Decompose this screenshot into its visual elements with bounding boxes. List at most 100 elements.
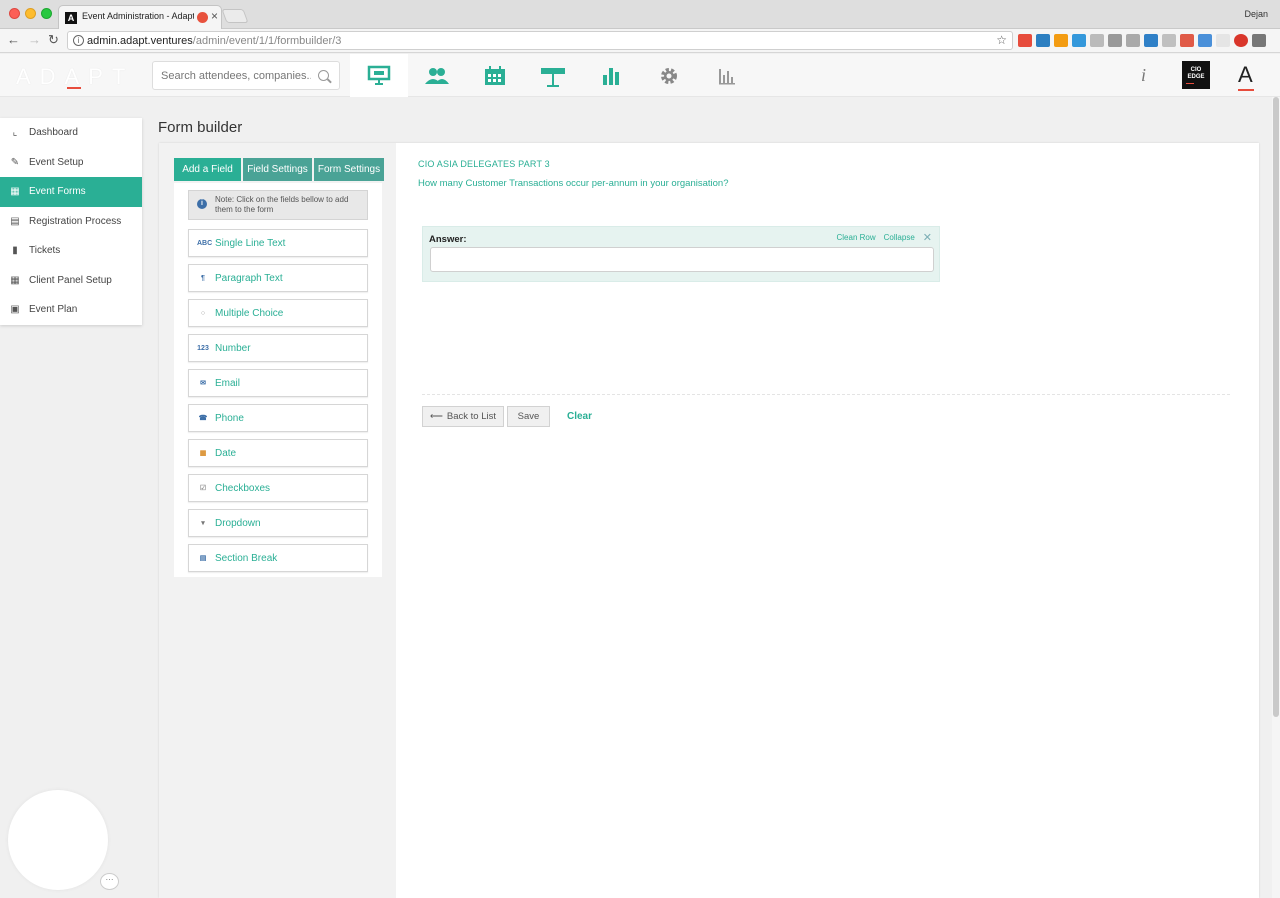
form-builder: Add a Field Field Settings Form Settings… <box>159 143 1259 898</box>
panel-icon: ▦ <box>10 274 20 286</box>
extension-icon[interactable] <box>1126 34 1140 47</box>
audio-icon[interactable] <box>197 12 208 23</box>
sidebar-item-client-panel-setup[interactable]: ▦ Client Panel Setup <box>0 266 142 296</box>
address-bar[interactable]: i admin.adapt.ventures/admin/event/1/1/f… <box>67 31 1013 50</box>
reports-icon <box>719 68 735 84</box>
sidebar-item-tickets[interactable]: ▮ Tickets <box>0 236 142 266</box>
extension-icon[interactable] <box>1180 34 1194 47</box>
extension-icon[interactable] <box>1018 34 1032 47</box>
clean-row-link[interactable]: Clean Row <box>837 233 876 242</box>
scroll-thumb[interactable] <box>1273 97 1279 717</box>
nav-attendees[interactable] <box>408 54 466 97</box>
forward-arrow-icon[interactable]: → <box>28 33 41 47</box>
nav-reports[interactable] <box>698 54 756 97</box>
field-section-break[interactable]: ▤ Section Break <box>188 544 368 572</box>
field-multiple-choice[interactable]: ○ Multiple Choice <box>188 299 368 327</box>
minimize-window-button[interactable] <box>25 8 36 19</box>
extension-icon[interactable] <box>1144 34 1158 47</box>
grid-icon: ▦ <box>10 186 20 198</box>
new-tab-button[interactable] <box>221 9 249 23</box>
extension-icon[interactable] <box>1054 34 1068 47</box>
search-input[interactable] <box>161 68 311 84</box>
search-icon[interactable] <box>318 70 329 81</box>
menu-icon[interactable] <box>1252 34 1266 47</box>
tab-form-settings[interactable]: Form Settings <box>314 158 384 181</box>
close-icon[interactable]: ✕ <box>923 231 932 244</box>
field-phone[interactable]: ☎ Phone <box>188 404 368 432</box>
extension-icon[interactable] <box>1090 34 1104 47</box>
tab-add-field[interactable]: Add a Field <box>174 158 241 181</box>
signpost-icon <box>541 67 565 87</box>
form-question[interactable]: How many Customer Transactions occur per… <box>418 178 728 189</box>
more-icon[interactable]: ··· <box>100 873 119 890</box>
field-label: Date <box>215 447 237 459</box>
extension-icon[interactable] <box>1072 34 1086 47</box>
field-dropdown[interactable]: ▾ Dropdown <box>188 509 368 537</box>
text-icon: ABC <box>197 239 213 247</box>
calendar-icon <box>485 65 505 85</box>
scrollbar[interactable] <box>1272 97 1280 898</box>
url-text[interactable]: admin.adapt.ventures/admin/event/1/1/for… <box>87 35 341 47</box>
dashboard-icon: ⌞ <box>12 127 18 139</box>
dropdown-icon: ▾ <box>201 520 205 527</box>
reload-icon[interactable]: ↻ <box>48 33 59 47</box>
bookmark-star-icon[interactable]: ☆ <box>996 33 1007 47</box>
form-canvas: CIO ASIA DELEGATES PART 3 How many Custo… <box>418 143 1259 898</box>
answer-input[interactable] <box>430 247 934 272</box>
number-icon: 123 <box>197 344 209 352</box>
extension-icon[interactable] <box>1162 34 1176 47</box>
nav-analytics[interactable] <box>582 54 640 97</box>
nav-presentation[interactable] <box>350 54 408 97</box>
back-label: Back to List <box>446 411 496 422</box>
chat-widget[interactable] <box>8 790 108 890</box>
extension-icon[interactable] <box>1234 34 1248 47</box>
avatar[interactable]: A <box>1238 62 1254 91</box>
nav-settings[interactable] <box>640 54 698 97</box>
search-box[interactable] <box>152 61 340 90</box>
save-button[interactable]: Save <box>507 406 550 427</box>
sidebar-item-event-forms[interactable]: ▦ Event Forms <box>0 177 142 207</box>
url-path: /admin/event/1/1/formbuilder/3 <box>192 35 342 47</box>
nav-signpost[interactable] <box>524 54 582 97</box>
profile-name[interactable]: Dejan <box>1244 9 1268 19</box>
form-title[interactable]: CIO ASIA DELEGATES PART 3 <box>418 159 550 169</box>
cio-edge-logo[interactable]: CIO EDGE <box>1182 61 1210 89</box>
close-window-button[interactable] <box>9 8 20 19</box>
info-icon[interactable]: i <box>73 35 84 46</box>
gear-icon <box>661 67 677 84</box>
browser-tab[interactable]: A Event Administration - Adapt × <box>58 5 222 29</box>
sidebar-item-label: Client Panel Setup <box>29 274 112 286</box>
answer-row[interactable]: Answer: Clean Row Collapse ✕ <box>422 226 940 282</box>
extension-icon[interactable] <box>1036 34 1050 47</box>
sidebar-item-dashboard[interactable]: ⌞ Dashboard <box>0 118 142 148</box>
maximize-window-button[interactable] <box>41 8 52 19</box>
collapse-link[interactable]: Collapse <box>884 233 915 242</box>
tab-field-settings[interactable]: Field Settings <box>243 158 312 181</box>
nav-calendar[interactable] <box>466 54 524 97</box>
top-nav <box>350 54 756 97</box>
pencil-icon: ✎ <box>10 156 20 168</box>
extension-icon[interactable] <box>1216 34 1230 47</box>
clipboard-icon: ▣ <box>10 304 20 316</box>
field-date[interactable]: ▦ Date <box>188 439 368 467</box>
field-paragraph-text[interactable]: ¶ Paragraph Text <box>188 264 368 292</box>
extension-icon[interactable] <box>1198 34 1212 47</box>
sidebar-item-event-setup[interactable]: ✎ Event Setup <box>0 148 142 178</box>
field-single-line-text[interactable]: ABC Single Line Text <box>188 229 368 257</box>
field-email[interactable]: ✉ Email <box>188 369 368 397</box>
sidebar-item-event-plan[interactable]: ▣ Event Plan <box>0 295 142 325</box>
back-to-list-button[interactable]: ⟵ Back to List <box>422 406 504 427</box>
field-checkboxes[interactable]: ☑ Checkboxes <box>188 474 368 502</box>
field-number[interactable]: 123 Number <box>188 334 368 362</box>
field-label: Email <box>215 377 241 389</box>
field-label: Single Line Text <box>215 237 286 249</box>
page-title: Form builder <box>158 119 243 136</box>
close-tab-icon[interactable]: × <box>211 9 218 23</box>
back-arrow-icon: ⟵ <box>429 411 443 421</box>
field-label: Section Break <box>215 552 278 564</box>
extension-icon[interactable] <box>1108 34 1122 47</box>
info-icon[interactable]: i <box>1141 65 1146 86</box>
back-arrow-icon[interactable]: ← <box>7 33 20 47</box>
sidebar-item-registration-process[interactable]: ▤ Registration Process <box>0 207 142 237</box>
clear-button[interactable]: Clear <box>567 411 592 422</box>
